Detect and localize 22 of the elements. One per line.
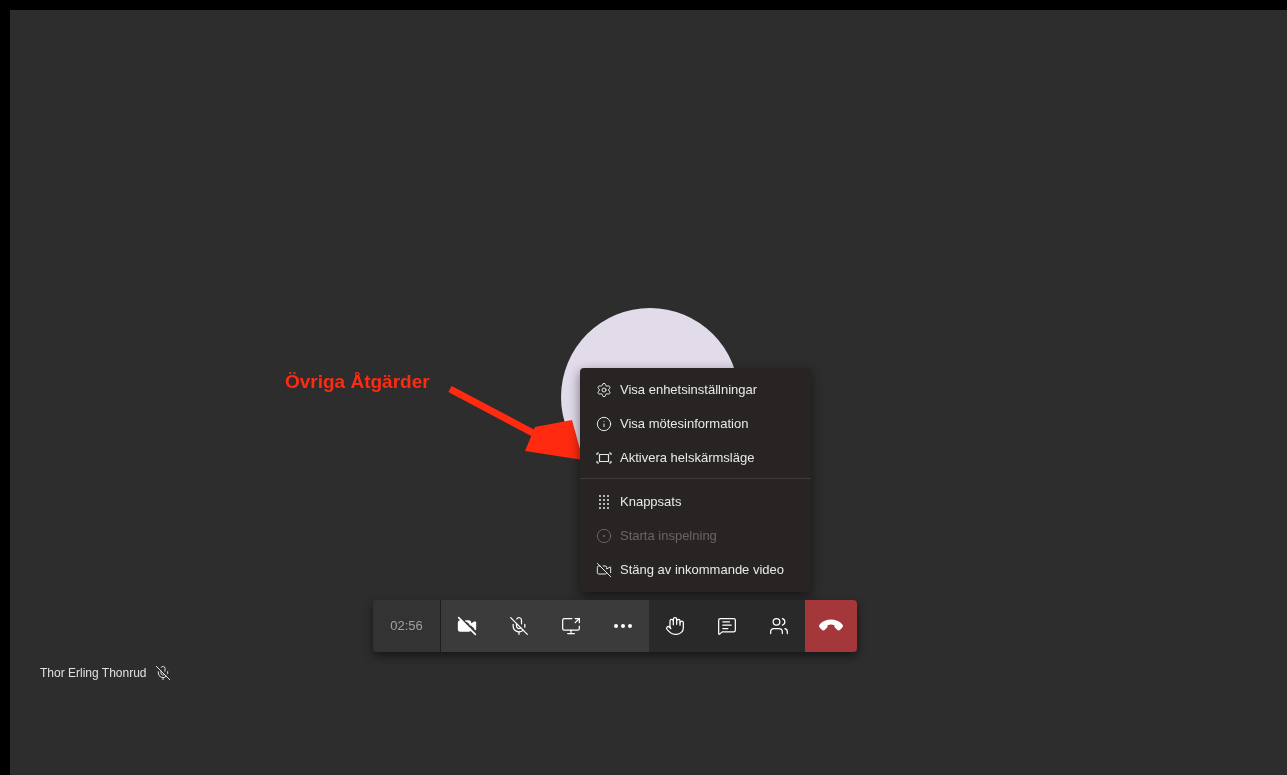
fullscreen-icon: [596, 450, 612, 466]
share-screen-icon: [561, 616, 581, 636]
menu-item[interactable]: Visa enhetsinställningar: [580, 373, 811, 407]
menu-item[interactable]: Knappsats: [580, 485, 811, 519]
info-icon: [596, 416, 612, 432]
record-icon: [596, 528, 612, 544]
hang-up-button[interactable]: [805, 600, 857, 652]
menu-item[interactable]: Stäng av inkommande video: [580, 553, 811, 587]
settings-icon: [596, 382, 612, 398]
more-icon: [614, 624, 632, 628]
video-off-icon: [457, 616, 477, 636]
mic-muted-icon: [509, 616, 529, 636]
keypad-icon: [596, 494, 612, 510]
menu-item[interactable]: Visa mötesinformation: [580, 407, 811, 441]
menu-item[interactable]: Aktivera helskärmsläge: [580, 441, 811, 475]
people-icon: [769, 616, 789, 636]
participant-name: Thor Erling Thonrud: [40, 665, 147, 682]
chat-icon: [717, 616, 737, 636]
annotation-label: Övriga Åtgärder: [285, 370, 430, 394]
video-off-icon: [596, 562, 612, 578]
call-timer: 02:56: [373, 600, 441, 652]
hand-icon: [665, 616, 685, 636]
